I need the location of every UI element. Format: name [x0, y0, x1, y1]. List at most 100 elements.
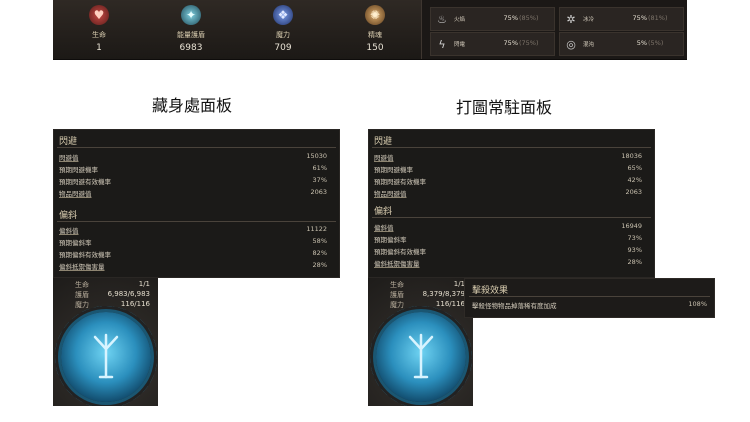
stat-key: 偏斜抵禦傷害量: [374, 260, 420, 268]
stat-row[interactable]: 預期偏斜有效機率 82%: [59, 247, 327, 259]
divider: [57, 147, 336, 148]
stat-mana[interactable]: ❖ 魔力 709: [237, 0, 330, 59]
stat-val: 108%: [688, 300, 707, 308]
stat-row[interactable]: 預期閃避機率 61%: [59, 162, 327, 174]
stat-row[interactable]: 偏斜值 11122: [59, 223, 327, 235]
cold-icon: ✲: [566, 12, 576, 26]
stat-key: 預期偏斜有效機率: [59, 251, 111, 259]
stat-key: 偏斜抵禦傷害量: [59, 263, 105, 271]
stat-val: 61%: [312, 164, 327, 172]
stat-row[interactable]: 偏斜值 16949: [374, 220, 642, 232]
stat-key: 預期閃避機率: [374, 166, 413, 174]
stat-row[interactable]: 閃避值 15030: [59, 150, 327, 162]
orb-key: 護盾: [390, 291, 404, 299]
heart-icon: ♥: [89, 5, 109, 25]
stat-val: 42%: [627, 176, 642, 184]
resist-chaos[interactable]: ◎ 混沌 5% (5%): [559, 32, 684, 56]
stat-key: 擊殺怪物物品掉落稀有度加成: [472, 302, 557, 310]
stat-val: 2063: [310, 188, 327, 196]
stat-val: 18036: [621, 152, 642, 160]
stat-row[interactable]: 預期閃避機率 65%: [374, 162, 642, 174]
resist-max: (81%): [648, 14, 668, 22]
spirit-icon: ✺: [365, 5, 385, 25]
stat-key: 閃避值: [374, 154, 394, 162]
divider: [57, 221, 336, 222]
stat-row[interactable]: 預期偏斜率 58%: [59, 235, 327, 247]
resist-name: 火焰: [454, 17, 466, 23]
stat-val: 15030: [306, 152, 327, 160]
stat-key: 物品閃避值: [374, 190, 407, 198]
stat-label: 生命: [92, 31, 106, 39]
resist-value: 75%: [503, 39, 518, 47]
kill-effects-title: 擊殺效果: [472, 286, 509, 296]
stat-row[interactable]: 預期偏斜有效機率 93%: [374, 244, 642, 256]
stat-label: 精魂: [368, 31, 382, 39]
chaos-icon: ◎: [566, 37, 576, 51]
divider: [372, 217, 651, 218]
orb-val: 1/1: [138, 280, 150, 288]
resistances-panel: ♨ 火焰 75% (85%) ✲ 冰冷 75% (81%) ϟ 閃電 75% (…: [422, 0, 687, 59]
right-heading: 打圖常駐面板: [456, 98, 553, 117]
stat-spirit[interactable]: ✺ 精魂 150: [329, 0, 422, 59]
resist-value: 75%: [632, 14, 647, 22]
left-heading: 藏身處面板: [152, 96, 233, 115]
stat-row[interactable]: 偏斜抵禦傷害量 28%: [59, 259, 327, 271]
stat-energy-shield[interactable]: ✦ 能量護盾 6983: [145, 0, 238, 59]
stat-row[interactable]: 預期閃避有效機率 42%: [374, 174, 642, 186]
orb-key: 生命: [390, 281, 404, 289]
resist-max: (85%): [519, 14, 539, 22]
resist-cold[interactable]: ✲ 冰冷 75% (81%): [559, 7, 684, 31]
evasion-title: 閃避: [374, 137, 393, 147]
stat-key: 預期閃避機率: [59, 166, 98, 174]
energy-shield-orb-hideout[interactable]: 生命 1/1 護盾 6,983/6,983 魔力 116/116: [53, 278, 158, 406]
evasion-title: 閃避: [59, 137, 78, 147]
resist-lightning[interactable]: ϟ 閃電 75% (75%): [430, 32, 555, 56]
stat-val: 65%: [627, 164, 642, 172]
stat-row[interactable]: 偏斜抵禦傷害量 28%: [374, 256, 642, 268]
stat-key: 預期偏斜率: [59, 239, 92, 247]
divider: [469, 296, 710, 297]
stat-key: 物品閃避值: [59, 190, 92, 198]
stat-key: 偏斜值: [59, 227, 79, 235]
mana-icon: ❖: [273, 5, 293, 25]
stat-val: 93%: [627, 246, 642, 254]
stat-row[interactable]: 預期閃避有效機率 37%: [59, 174, 327, 186]
stat-val: 58%: [312, 237, 327, 245]
defense-panel-mapping: 閃避 閃避值 18036 預期閃避機率 65% 預期閃避有效機率 42% 物品閃避值 2…: [368, 129, 655, 278]
resist-max: (75%): [519, 39, 539, 47]
stat-key: 預期閃避有效機率: [59, 178, 111, 186]
rune-icon: [93, 333, 119, 379]
resist-value: 75%: [503, 14, 518, 22]
deflect-title: 偏斜: [59, 211, 78, 221]
stat-row[interactable]: 閃避值 18036: [374, 150, 642, 162]
kill-effects-panel: 擊殺效果 擊殺怪物物品掉落稀有度加成 108%: [464, 278, 715, 318]
stat-value: 150: [366, 43, 384, 53]
stat-val: 28%: [312, 261, 327, 269]
resist-fire[interactable]: ♨ 火焰 75% (85%): [430, 7, 555, 31]
stat-key: 預期閃避有效機率: [374, 178, 426, 186]
lightning-icon: ϟ: [438, 37, 446, 51]
energy-shield-icon: ✦: [181, 5, 201, 25]
defense-panel-hideout: 閃避 閃避值 15030 預期閃避機率 61% 預期閃避有效機率 37% 物品閃避值 2…: [53, 129, 340, 278]
energy-shield-orb-mapping[interactable]: 生命 1/1 護盾 8,379/8,379 魔力 116/116: [368, 278, 473, 406]
stat-val: 28%: [627, 258, 642, 266]
orb-val: 6,983/6,983: [107, 290, 150, 298]
orb-val: 116/116: [120, 300, 150, 308]
stat-key: 閃避值: [59, 154, 79, 162]
stat-val: 16949: [621, 222, 642, 230]
stat-row[interactable]: 預期偏斜率 73%: [374, 232, 642, 244]
divider: [372, 147, 651, 148]
stat-val: 73%: [627, 234, 642, 242]
orb-val: 8,379/8,379: [422, 290, 465, 298]
resist-name: 閃電: [454, 42, 466, 48]
stat-val: 37%: [312, 176, 327, 184]
stat-row[interactable]: 物品閃避值 2063: [374, 186, 642, 198]
rune-icon: [408, 333, 434, 379]
stat-value: 6983: [179, 43, 203, 53]
fire-icon: ♨: [437, 12, 447, 26]
orb-tooltip: 生命 1/1 護盾 8,379/8,379 魔力 116/116: [376, 280, 468, 310]
stat-label: 魔力: [276, 31, 290, 39]
orb-tooltip: 生命 1/1 護盾 6,983/6,983 魔力 116/116: [61, 280, 153, 310]
stat-life[interactable]: ♥ 生命 1: [53, 0, 146, 59]
stat-row[interactable]: 物品閃避值 2063: [59, 186, 327, 198]
